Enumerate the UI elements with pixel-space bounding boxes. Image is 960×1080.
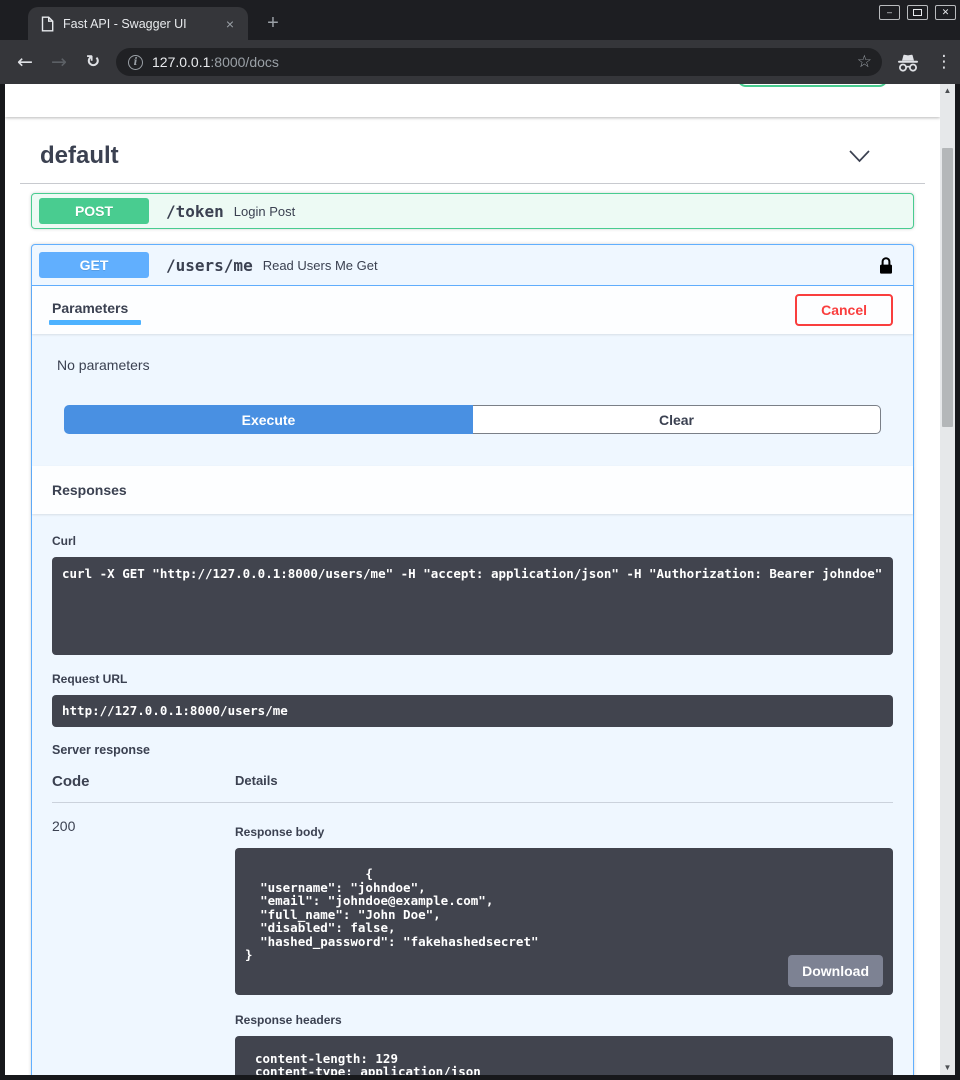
request-url-value: http://127.0.0.1:8000/users/me bbox=[52, 695, 893, 727]
url-host: 127.0.0.1 bbox=[152, 54, 210, 70]
execute-button[interactable]: Execute bbox=[64, 405, 473, 434]
bookmark-star-icon[interactable]: ☆ bbox=[857, 52, 872, 72]
scrollbar-thumb[interactable] bbox=[942, 148, 953, 427]
responses-title: Responses bbox=[52, 482, 127, 498]
curl-label: Curl bbox=[52, 534, 893, 548]
authorize-button[interactable] bbox=[737, 84, 888, 87]
response-table-header: Code Details bbox=[52, 773, 893, 803]
browser-toolbar: ← → ↻ i 127.0.0.1:8000/docs ☆ ⋮ bbox=[0, 40, 960, 84]
reload-icon[interactable]: ↻ bbox=[76, 52, 110, 72]
opblock-post-token[interactable]: POST /token Login Post bbox=[31, 193, 914, 229]
response-headers-value: content-length: 129 content-type: applic… bbox=[235, 1036, 893, 1076]
page-viewport: ▲ ▼ default POST /token bbox=[5, 84, 955, 1075]
maximize-icon bbox=[913, 9, 922, 16]
code-column-header: Code bbox=[52, 773, 235, 790]
chevron-down-icon[interactable] bbox=[849, 150, 870, 163]
tab-close-icon[interactable]: × bbox=[222, 16, 238, 32]
address-bar[interactable]: i 127.0.0.1:8000/docs ☆ bbox=[116, 48, 882, 76]
browser-menu-icon[interactable]: ⋮ bbox=[934, 52, 954, 72]
server-response-label: Server response bbox=[52, 743, 893, 757]
opblock-get-users-me: GET /users/me Read Users Me Get Paramete… bbox=[31, 244, 914, 1075]
swagger-main: default POST /token Login Post bbox=[5, 142, 940, 1075]
window-minimize-button[interactable]: – bbox=[879, 5, 900, 20]
response-body-json: { "username": "johndoe", "email": "johnd… bbox=[245, 866, 539, 962]
method-badge-post: POST bbox=[39, 198, 149, 224]
active-tab-underline bbox=[49, 320, 141, 325]
page-favicon-icon bbox=[41, 16, 54, 32]
no-parameters-text: No parameters bbox=[32, 334, 913, 405]
forward-icon: → bbox=[42, 51, 76, 73]
site-info-icon[interactable]: i bbox=[128, 55, 143, 70]
opblock-summary[interactable]: GET /users/me Read Users Me Get bbox=[32, 245, 913, 286]
scheme-container bbox=[5, 84, 940, 117]
responses-inner: Curl curl -X GET "http://127.0.0.1:8000/… bbox=[32, 514, 913, 1075]
parameters-tab-label: Parameters bbox=[52, 300, 128, 316]
response-details: Response body { "username": "johndoe", "… bbox=[235, 803, 893, 1076]
endpoint-description: Read Users Me Get bbox=[263, 258, 378, 273]
parameters-header: Parameters Cancel bbox=[32, 286, 913, 334]
tab-parameters[interactable]: Parameters bbox=[52, 296, 128, 325]
browser-tab[interactable]: Fast API - Swagger UI × bbox=[28, 7, 248, 40]
cancel-button[interactable]: Cancel bbox=[795, 294, 893, 326]
endpoint-description: Login Post bbox=[234, 204, 295, 219]
tab-title: Fast API - Swagger UI bbox=[63, 17, 222, 31]
response-body-label: Response body bbox=[235, 825, 893, 839]
window-maximize-button[interactable] bbox=[907, 5, 928, 20]
response-headers-label: Response headers bbox=[235, 1013, 893, 1027]
new-tab-button[interactable]: + bbox=[260, 12, 286, 34]
endpoint-path: /token bbox=[166, 202, 224, 221]
curl-command[interactable]: curl -X GET "http://127.0.0.1:8000/users… bbox=[52, 557, 893, 655]
browser-titlebar: Fast API - Swagger UI × + – ✕ bbox=[0, 0, 960, 40]
incognito-icon bbox=[896, 52, 920, 73]
scroll-up-icon[interactable]: ▲ bbox=[944, 84, 952, 98]
method-badge-get: GET bbox=[39, 252, 149, 278]
section-divider bbox=[20, 183, 925, 184]
execute-wrapper: Execute Clear bbox=[32, 405, 913, 466]
response-table-row: 200 Response body { "username": "johndoe… bbox=[52, 803, 893, 1076]
status-code: 200 bbox=[52, 803, 235, 1076]
window-controls: – ✕ bbox=[879, 5, 956, 20]
download-button[interactable]: Download bbox=[788, 955, 883, 987]
opblock-summary[interactable]: POST /token Login Post bbox=[32, 194, 913, 228]
request-url-label: Request URL bbox=[52, 672, 893, 686]
scrollbar[interactable]: ▲ ▼ bbox=[940, 84, 955, 1075]
window-close-button[interactable]: ✕ bbox=[935, 5, 956, 20]
endpoint-path: /users/me bbox=[166, 256, 253, 275]
swagger-page: default POST /token Login Post bbox=[5, 84, 940, 1075]
url-path: :8000/docs bbox=[210, 54, 279, 70]
url-text: 127.0.0.1:8000/docs bbox=[152, 54, 279, 70]
auth-lock-icon[interactable] bbox=[879, 256, 893, 275]
scroll-down-icon[interactable]: ▼ bbox=[944, 1061, 952, 1075]
back-icon[interactable]: ← bbox=[8, 51, 42, 73]
tag-section-header[interactable]: default bbox=[40, 142, 925, 170]
clear-button[interactable]: Clear bbox=[473, 405, 881, 434]
responses-header: Responses bbox=[32, 466, 913, 514]
details-column-header: Details bbox=[235, 773, 893, 790]
response-body-container: { "username": "johndoe", "email": "johnd… bbox=[235, 848, 893, 995]
tag-title: default bbox=[40, 142, 119, 170]
